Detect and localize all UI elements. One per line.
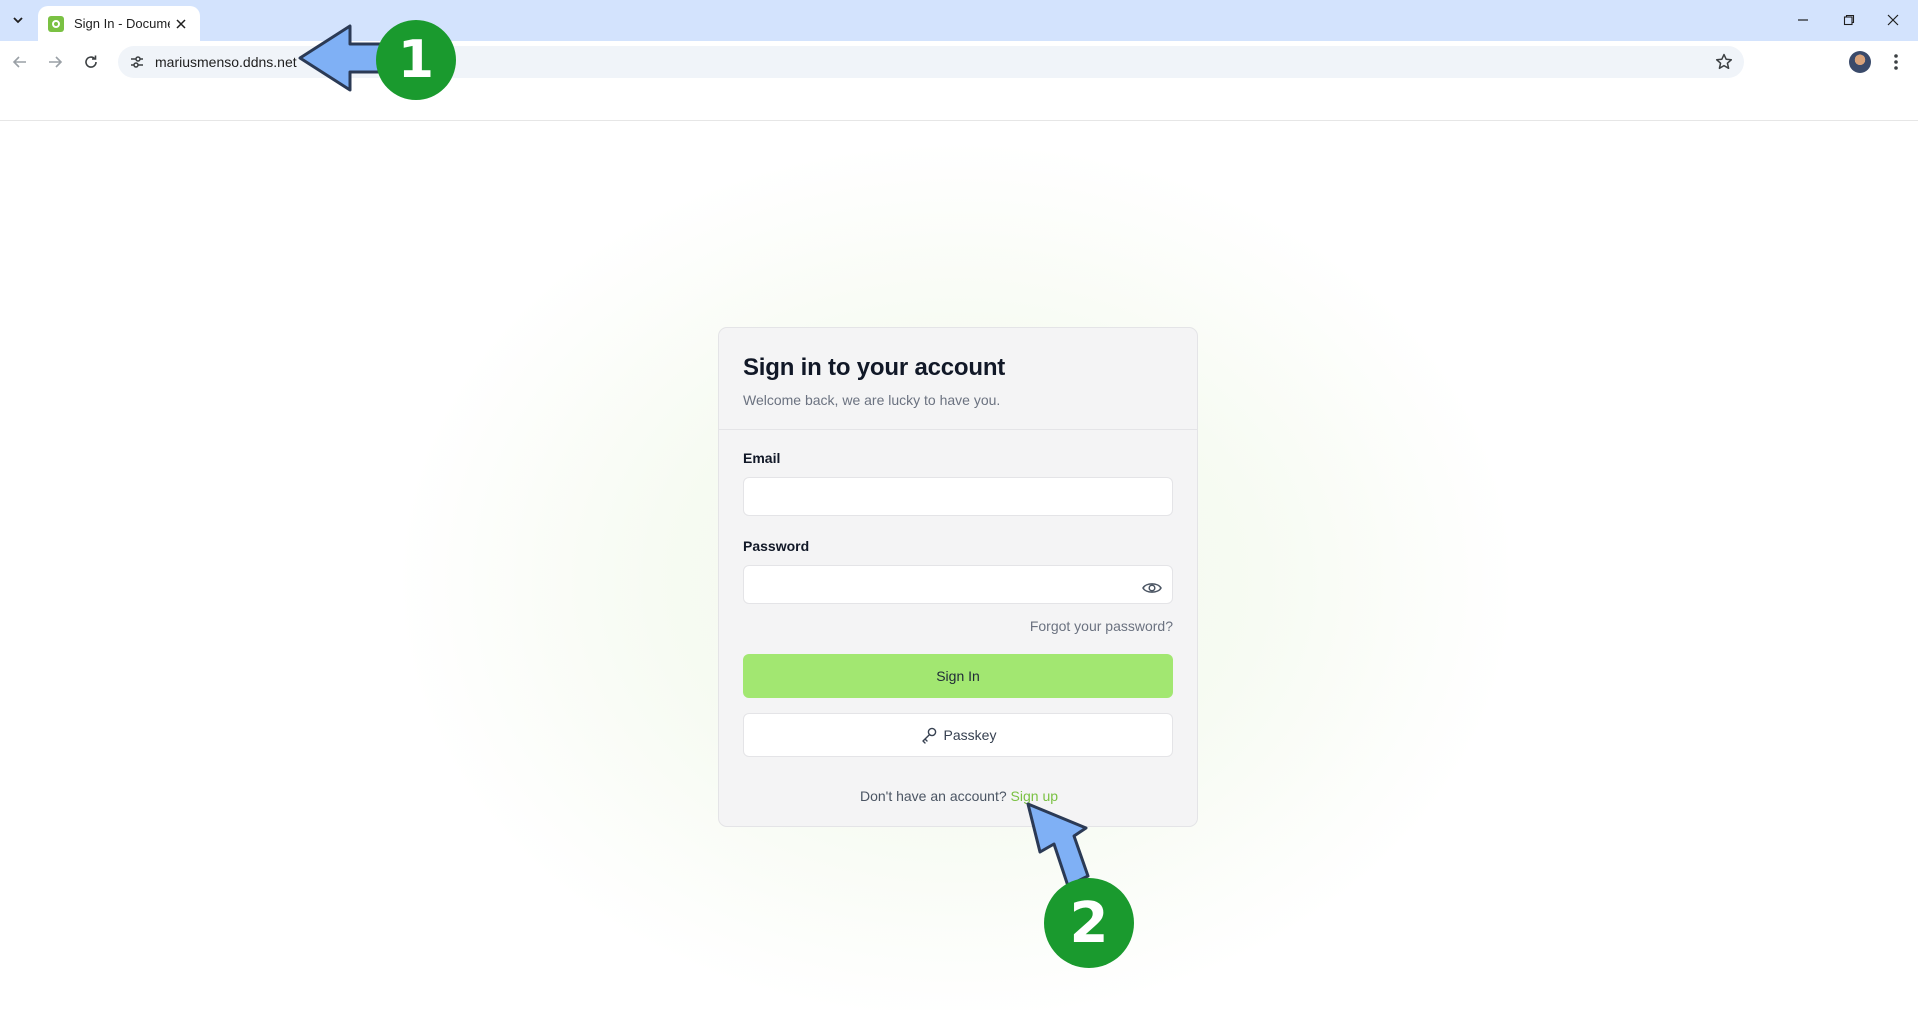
card-header: Sign in to your account Welcome back, we…	[719, 328, 1197, 430]
step-1-badge: 1	[376, 20, 456, 100]
profile-avatar[interactable]	[1849, 51, 1871, 73]
reload-button[interactable]	[78, 49, 104, 75]
sign-in-card: Sign in to your account Welcome back, we…	[718, 327, 1198, 827]
window-restore-button[interactable]	[1836, 8, 1862, 32]
address-url[interactable]: mariusmenso.ddns.net	[155, 54, 297, 70]
sign-in-button[interactable]: Sign In	[743, 654, 1173, 698]
email-input[interactable]	[743, 477, 1173, 516]
arrow-left-icon	[12, 56, 26, 68]
browser-tab-active[interactable]: Sign In - Documenso	[38, 6, 200, 41]
window-minimize-button[interactable]	[1790, 8, 1816, 32]
reload-icon	[85, 55, 97, 68]
password-input[interactable]	[743, 565, 1173, 604]
star-icon[interactable]	[1714, 52, 1734, 72]
page-subtitle: Welcome back, we are lucky to have you.	[743, 392, 1001, 408]
forward-button[interactable]	[42, 49, 68, 75]
close-icon	[176, 18, 186, 29]
email-label: Email	[743, 450, 781, 466]
chevron-down-icon	[13, 17, 23, 24]
page-content: Sign in to your account Welcome back, we…	[0, 121, 1918, 1010]
step-1-arrow-overlay	[298, 24, 384, 92]
tab-search-button[interactable]	[6, 8, 30, 32]
more-vert-icon[interactable]	[1886, 51, 1906, 73]
tab-strip: Sign In - Documenso	[0, 0, 1918, 41]
passkey-button[interactable]: Passkey	[743, 713, 1173, 757]
eye-icon[interactable]	[1141, 578, 1163, 598]
signup-prompt-row: Don't have an account? Sign up	[719, 788, 1199, 804]
window-close-button[interactable]	[1880, 8, 1906, 32]
tune-icon[interactable]	[128, 53, 146, 71]
back-button[interactable]	[7, 49, 33, 75]
tab-close-button[interactable]	[172, 15, 190, 33]
restore-icon	[1843, 14, 1855, 26]
arrow-right-icon	[49, 56, 63, 68]
minimize-icon	[1798, 19, 1808, 21]
forgot-password-link[interactable]: Forgot your password?	[1030, 618, 1173, 634]
documenso-logo-icon	[48, 15, 64, 32]
browser-toolbar: mariusmenso.ddns.net	[0, 41, 1918, 82]
passkey-label: Passkey	[943, 727, 997, 743]
close-icon	[1887, 14, 1899, 26]
step-2-badge: 2	[1044, 878, 1134, 968]
signup-prompt: Don't have an account?	[859, 788, 1007, 804]
tab-title: Sign In - Documenso	[74, 16, 170, 31]
page-title: Sign in to your account	[743, 354, 1006, 381]
key-icon	[921, 727, 936, 744]
password-label: Password	[743, 538, 810, 554]
step-2-arrow-overlay	[1026, 802, 1090, 888]
